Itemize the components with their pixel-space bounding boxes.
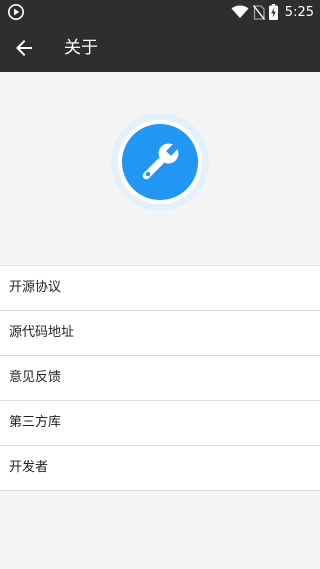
about-screen: 5:25 关于 开源协议 源代码地址 意见反馈 第三方库 开发者 bbox=[0, 0, 320, 569]
arrow-back-icon[interactable] bbox=[12, 36, 36, 60]
app-logo bbox=[110, 112, 210, 212]
battery-charging-icon bbox=[268, 4, 278, 20]
app-bar: 关于 bbox=[0, 24, 320, 72]
menu-item-third-party-libraries[interactable]: 第三方库 bbox=[0, 401, 320, 446]
menu-item-feedback[interactable]: 意见反馈 bbox=[0, 356, 320, 401]
status-time: 5:25 bbox=[284, 4, 314, 20]
menu-item-open-source-license[interactable]: 开源协议 bbox=[0, 266, 320, 311]
app-notification-icon bbox=[8, 4, 24, 20]
menu-item-developer[interactable]: 开发者 bbox=[0, 446, 320, 491]
wrench-icon bbox=[111, 113, 209, 211]
wifi-icon bbox=[231, 5, 249, 18]
about-menu-list: 开源协议 源代码地址 意见反馈 第三方库 开发者 bbox=[0, 265, 320, 491]
status-bar: 5:25 bbox=[0, 0, 320, 24]
status-icons: 5:25 bbox=[231, 0, 314, 24]
menu-item-source-code[interactable]: 源代码地址 bbox=[0, 311, 320, 356]
no-sim-icon bbox=[252, 4, 265, 20]
page-title: 关于 bbox=[64, 38, 98, 58]
